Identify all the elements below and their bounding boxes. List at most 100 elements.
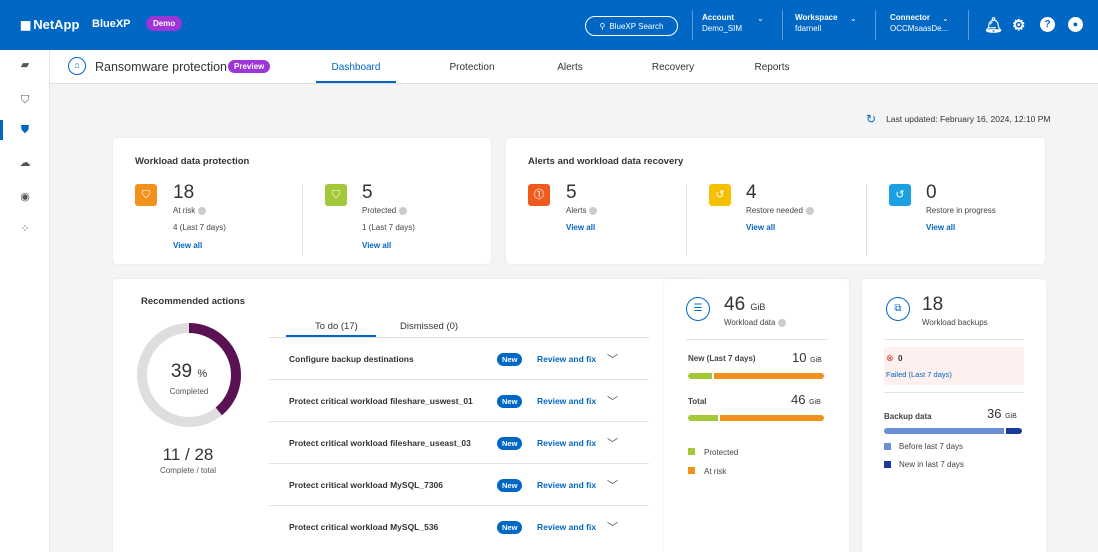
backup-data-label: Backup data [884,412,932,421]
new-data-bar [688,373,824,379]
info-icon[interactable] [198,206,207,215]
alerts-count: 5 [566,182,577,203]
alerts-recovery-card: Alerts and workload data recovery ⓵ 5 Al… [506,138,1045,264]
tab-protection[interactable]: Protection [422,62,522,73]
action-row[interactable]: Protect critical workload MySQL_536 New … [269,506,649,548]
action-name: Configure backup destinations [289,354,414,364]
divider [302,184,303,256]
divider [968,10,969,40]
preview-badge: Preview [228,60,271,73]
chevron-down-icon[interactable]: ﹀ [607,477,618,493]
info-icon[interactable] [399,206,408,215]
shield-icon[interactable]: ⛉ [0,94,50,107]
user-icon[interactable]: ● [1068,17,1083,32]
netapp-logo[interactable]: ▮▮ NetApp [20,17,79,32]
new-data-value: 10 GiB [792,350,822,365]
bell-icon[interactable]: 🔔︎ [984,16,1003,34]
search-icon: ⚲ [599,21,606,31]
review-and-fix-link[interactable]: Review and fix [537,354,596,364]
restore-needed-count: 4 [746,182,757,203]
top-navigation-bar: ▮▮ NetApp BlueXP Demo ⚲ BlueXP Search Ac… [0,0,1098,50]
tab-alerts[interactable]: Alerts [520,62,620,73]
review-and-fix-link[interactable]: Review and fix [537,396,596,406]
completion-ring: 39 % Completed [135,321,243,429]
help-icon[interactable]: ? [1040,17,1055,32]
account-selector[interactable]: Account Demo_SIM [702,12,742,34]
search-label: BlueXP Search [609,21,664,31]
divider [884,392,1024,393]
tab-dismissed[interactable]: Dismissed (0) [400,321,458,332]
workload-data-value: 46 GiB [724,294,766,315]
new-data-label: New (Last 7 days) [688,354,756,363]
view-all-link[interactable]: View all [746,223,775,232]
tab-dashboard[interactable]: Dashboard [306,62,406,73]
chevron-down-icon[interactable]: ﹀ [607,435,618,451]
action-row[interactable]: Protect critical workload fileshare_usea… [269,422,649,464]
workload-backups-label: Workload backups [922,318,988,327]
tab-to-do[interactable]: To do (17) [315,321,358,332]
last-updated: ↻ Last updated: February 16, 2024, 12:10… [866,112,1051,126]
cloud-icon[interactable]: ☁ [0,156,50,169]
completion-ratio: 11 / 28 [162,445,214,464]
info-icon[interactable] [805,206,814,215]
at-risk-sub: 4 (Last 7 days) [173,223,226,232]
new-badge: New [497,395,523,408]
active-tab-underline [286,335,376,337]
protection-icon[interactable]: ⛊ [0,124,50,137]
restore-progress-label: Restore in progress [926,206,996,215]
view-all-link[interactable]: View all [566,223,595,232]
divider [692,10,693,40]
tab-reports[interactable]: Reports [722,62,822,73]
connector-selector[interactable]: Connector OCCMsaasDe... [890,12,948,34]
divider [875,10,876,40]
info-icon[interactable] [778,318,787,327]
view-all-link[interactable]: View all [362,241,391,250]
target-icon[interactable]: ◉ [0,190,50,203]
review-and-fix-link[interactable]: Review and fix [537,438,596,448]
review-and-fix-link[interactable]: Review and fix [537,522,596,532]
service-title: Ransomware protection [95,60,228,74]
gear-icon[interactable]: ⚙ [1012,16,1025,34]
chevron-down-icon[interactable]: ⌄ [942,14,949,23]
workspace-selector[interactable]: Workspace fdarnell [795,12,838,34]
refresh-icon[interactable]: ↻ [866,112,876,126]
protected-segment [688,415,718,421]
divider [782,10,783,40]
workload-backups-card: ⧉ 18 Workload backups ⊗ 0 Failed (Last 7… [862,279,1046,552]
account-title: Account [702,13,734,22]
action-row[interactable]: Configure backup destinations New Review… [269,338,649,380]
service-header: ⌂ Ransomware protection Preview Dashboar… [50,50,1098,84]
chevron-down-icon[interactable]: ⌄ [757,14,764,23]
account-value: Demo_SIM [702,24,743,33]
recommended-actions-card: Recommended actions 39 % Completed 11 / … [113,279,701,552]
completion-ratio-label: Complete / total [159,466,217,475]
nodes-icon[interactable]: ⁘ [0,222,50,235]
restore-progress-icon: ↺ [889,184,911,206]
netapp-logo-icon: ▮▮ [20,17,31,32]
chevron-down-icon[interactable]: ﹀ [607,351,618,367]
failed-link[interactable]: Failed (Last 7 days) [886,370,952,379]
storage-icon[interactable]: ▰ [0,58,50,71]
brand-name: NetApp [33,17,80,32]
chevron-down-icon[interactable]: ﹀ [607,519,618,535]
restore-icon: ↺ [709,184,731,206]
protected-sub: 1 (Last 7 days) [362,223,415,232]
info-icon[interactable] [589,206,598,215]
chevron-down-icon[interactable]: ﹀ [607,393,618,409]
tab-recovery[interactable]: Recovery [623,62,723,73]
total-label: Total [688,397,707,406]
review-and-fix-link[interactable]: Review and fix [537,480,596,490]
legend-swatch-new [884,461,891,468]
legend-swatch-protected [688,448,695,455]
error-icon: ⊗ [886,353,894,363]
chevron-down-icon[interactable]: ⌄ [850,14,857,23]
action-row[interactable]: Protect critical workload fileshare_uswe… [269,380,649,422]
new-segment [1006,428,1022,434]
view-all-link[interactable]: View all [173,241,202,250]
action-row[interactable]: Protect critical workload MySQL_7306 New… [269,464,649,506]
backup-data-value: 36 GiB [987,406,1017,421]
bluexp-search-button[interactable]: ⚲ BlueXP Search [585,16,678,36]
view-all-link[interactable]: View all [926,223,955,232]
action-name: Protect critical workload MySQL_7306 [289,480,444,490]
database-icon: ☰ [686,297,710,321]
